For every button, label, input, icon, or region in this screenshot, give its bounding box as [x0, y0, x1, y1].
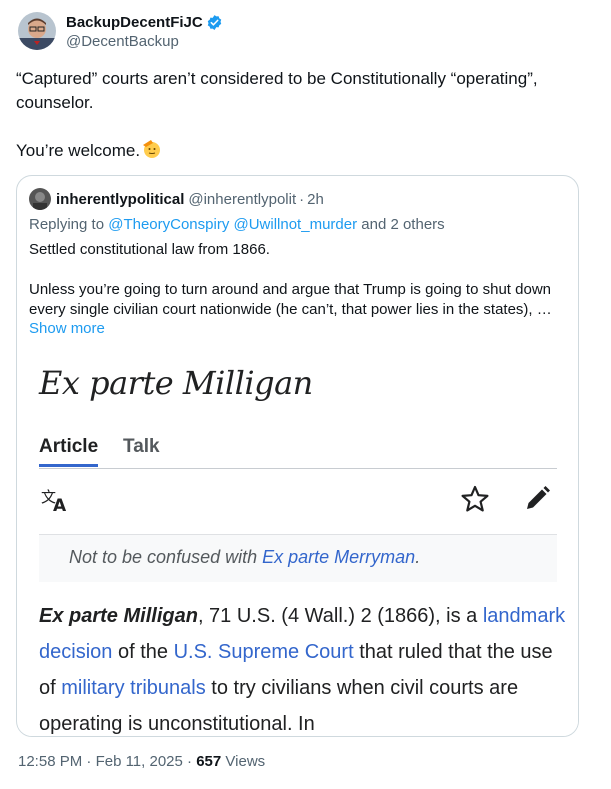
tweet-line-1: “Captured” courts aren’t considered to b… — [16, 69, 538, 112]
quoted-body: Settled constitutional law from 1866. Un… — [29, 240, 569, 320]
tab-article: Article — [39, 436, 99, 467]
svg-text:A: A — [53, 496, 67, 513]
views-count: 657 — [196, 753, 222, 770]
quoted-replying-to: Replying to @TheoryConspiry @Uwillnot_mu… — [29, 216, 445, 233]
quoted-tweet[interactable]: inherentlypolitical @inherentlypolit · 2… — [16, 175, 579, 737]
show-more-link[interactable]: Show more — [29, 320, 105, 337]
tweet-line-2: You’re welcome. — [16, 139, 591, 163]
saluting-face-icon — [143, 140, 161, 158]
wiki-hatnote: Not to be confused with Ex parte Merryma… — [39, 534, 557, 582]
quoted-avatar[interactable] — [29, 188, 51, 210]
reply-mentions[interactable]: @TheoryConspiry @Uwillnot_murder — [108, 216, 357, 233]
tweet-date[interactable]: Feb 11, 2025 — [96, 753, 183, 770]
wikipedia-screenshot[interactable]: Ex parte Milligan Article Talk 文 A Not t… — [18, 356, 578, 736]
quoted-body-line-2: Unless you’re going to turn around and a… — [29, 281, 552, 318]
verified-badge-icon — [207, 14, 221, 30]
translate-icon: 文 A — [41, 488, 67, 513]
tweet-text: “Captured” courts aren’t considered to b… — [16, 67, 591, 163]
star-icon — [461, 485, 489, 512]
author-display-name[interactable]: BackupDecentFiJC — [66, 14, 203, 31]
tweet-time[interactable]: 12:58 PM — [18, 753, 82, 770]
views-label: Views — [225, 753, 266, 770]
quoted-body-line-1: Settled constitutional law from 1866. — [29, 241, 270, 258]
quoted-separator: · — [299, 190, 305, 208]
tweet-meta: 12:58 PM · Feb 11, 2025 · 657 Views — [18, 753, 266, 770]
wiki-paragraph: Ex parte Milligan, 71 U.S. (4 Wall.) 2 (… — [39, 605, 566, 735]
hatnote-link: Ex parte Merryman — [262, 547, 416, 567]
edit-pencil-icon — [527, 486, 550, 509]
tab-talk: Talk — [123, 436, 160, 457]
wiki-title: Ex parte Milligan — [39, 364, 313, 402]
quoted-display-name[interactable]: inherentlypolitical — [56, 191, 184, 208]
quoted-header: inherentlypolitical @inherentlypolit · 2… — [29, 188, 324, 210]
tweet-header: BackupDecentFiJC @DecentBackup — [18, 12, 223, 50]
wiki-link-court: U.S. Supreme Court — [173, 641, 354, 663]
wiki-bold-term: Ex parte Milligan — [39, 605, 198, 627]
quoted-handle[interactable]: @inherentlypolit — [188, 191, 296, 208]
author-handle[interactable]: @DecentBackup — [66, 33, 223, 50]
quoted-time[interactable]: 2h — [307, 191, 324, 208]
wiki-link-tribunals: military tribunals — [61, 677, 206, 699]
author-avatar[interactable] — [18, 12, 56, 50]
wiki-tabs: Article Talk — [39, 436, 557, 469]
